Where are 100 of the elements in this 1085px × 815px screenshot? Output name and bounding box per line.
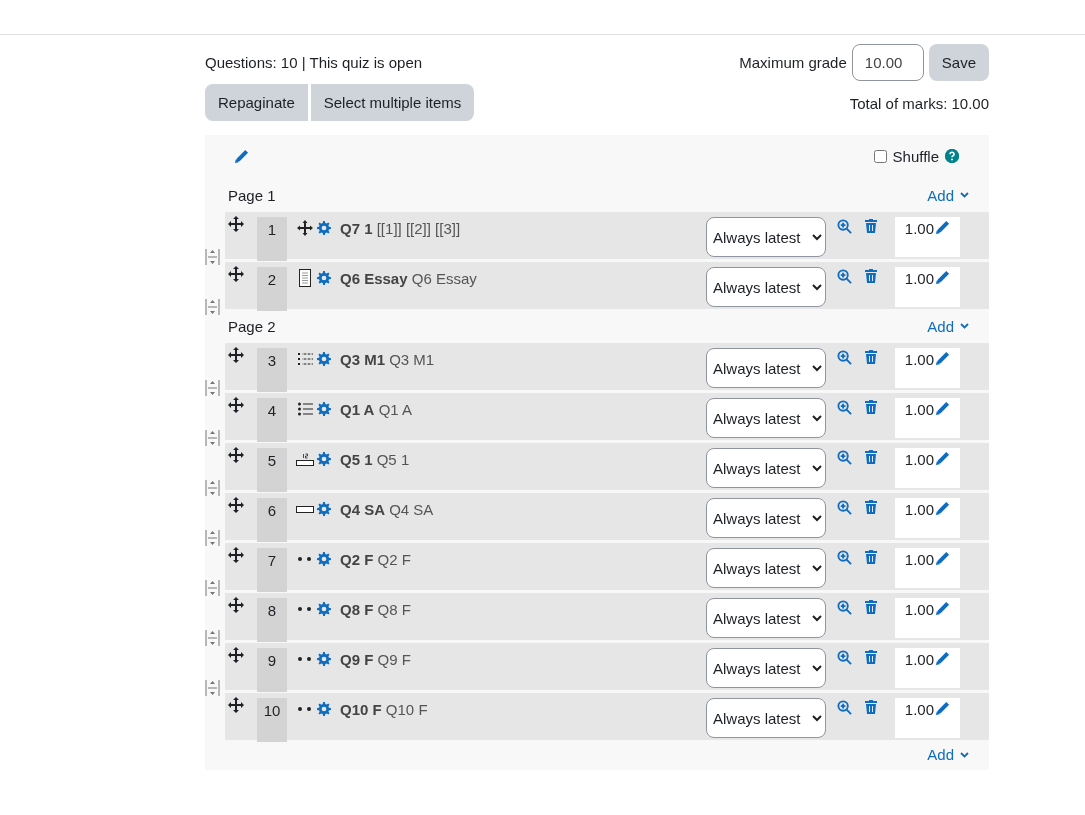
move-icon[interactable] [228,447,244,463]
version-select[interactable]: Always latest [706,398,826,438]
delete-icon[interactable] [865,219,877,233]
gear-icon[interactable] [317,352,331,366]
move-icon[interactable] [228,697,244,713]
move-icon[interactable] [228,347,244,363]
edit-pencil-icon[interactable] [935,701,950,716]
gear-icon[interactable] [317,702,331,716]
gear-icon[interactable] [317,452,331,466]
question-title[interactable]: Q4 SA Q4 SA [340,501,706,518]
preview-zoom-icon[interactable] [837,400,852,415]
question-title[interactable]: Q1 A Q1 A [340,401,706,418]
version-select[interactable]: Always latest [706,648,826,688]
move-icon[interactable] [228,647,244,663]
gear-icon[interactable] [317,271,331,285]
mark-field[interactable]: 1.00 [895,698,960,738]
move-icon[interactable] [228,216,244,232]
question-title[interactable]: Q9 F Q9 F [340,651,706,668]
help-icon[interactable] [945,149,959,163]
delete-icon[interactable] [865,269,877,283]
delete-icon[interactable] [865,450,877,464]
move-icon[interactable] [228,397,244,413]
gear-icon[interactable] [317,652,331,666]
page-break-icon[interactable] [205,249,220,265]
repaginate-button[interactable]: Repaginate [205,84,308,121]
mark-field[interactable]: 1.00 [895,348,960,388]
move-icon[interactable] [228,266,244,282]
page-break-icon[interactable] [205,630,220,646]
delete-icon[interactable] [865,650,877,664]
question-title[interactable]: Q8 F Q8 F [340,601,706,618]
mark-field[interactable]: 1.00 [895,398,960,438]
gear-icon[interactable] [317,552,331,566]
mark-field[interactable]: 1.00 [895,548,960,588]
question-title[interactable]: Q2 F Q2 F [340,551,706,568]
move-icon[interactable] [228,497,244,513]
edit-pencil-icon[interactable] [935,270,950,285]
preview-zoom-icon[interactable] [837,269,852,284]
save-button[interactable]: Save [928,44,989,81]
version-select[interactable]: Always latest [706,698,826,738]
preview-zoom-icon[interactable] [837,450,852,465]
text-field-icon [296,505,314,513]
page-break-icon[interactable] [205,380,220,396]
version-select[interactable]: Always latest [706,598,826,638]
preview-zoom-icon[interactable] [837,600,852,615]
move-icon[interactable] [228,547,244,563]
page-break-icon[interactable] [205,530,220,546]
edit-pencil-icon[interactable] [935,220,950,235]
maximum-grade-field[interactable]: 10.00 [851,44,924,81]
edit-pencil-icon[interactable] [935,451,950,466]
edit-pencil-icon[interactable] [935,601,950,616]
page-break-icon[interactable] [205,480,220,496]
preview-zoom-icon[interactable] [837,219,852,234]
preview-zoom-icon[interactable] [837,500,852,515]
move-icon[interactable] [228,597,244,613]
version-select[interactable]: Always latest [706,498,826,538]
edit-pencil-icon[interactable] [234,149,249,164]
version-select[interactable]: Always latest [706,217,826,257]
version-select[interactable]: Always latest [706,267,826,307]
gear-icon[interactable] [317,221,331,235]
page-break-icon[interactable] [205,680,220,696]
preview-zoom-icon[interactable] [837,650,852,665]
edit-pencil-icon[interactable] [935,651,950,666]
question-title[interactable]: Q10 F Q10 F [340,701,706,718]
preview-zoom-icon[interactable] [837,550,852,565]
edit-pencil-icon[interactable] [935,401,950,416]
edit-pencil-icon[interactable] [935,551,950,566]
version-select[interactable]: Always latest [706,448,826,488]
delete-icon[interactable] [865,550,877,564]
page-break-icon[interactable] [205,430,220,446]
select-multiple-button[interactable]: Select multiple items [310,84,475,121]
mark-field[interactable]: 1.00 [895,217,960,257]
add-menu-link[interactable]: Add [927,317,969,335]
add-menu-link[interactable]: Add [927,186,969,204]
mark-field[interactable]: 1.00 [895,598,960,638]
add-menu-link[interactable]: Add [927,746,969,763]
page-break-icon[interactable] [205,580,220,596]
gear-icon[interactable] [317,602,331,616]
version-select[interactable]: Always latest [706,548,826,588]
page-break-icon[interactable] [205,299,220,315]
preview-zoom-icon[interactable] [837,350,852,365]
delete-icon[interactable] [865,350,877,364]
gear-icon[interactable] [317,402,331,416]
version-select[interactable]: Always latest [706,348,826,388]
mark-field[interactable]: 1.00 [895,448,960,488]
mark-field[interactable]: 1.00 [895,498,960,538]
gear-icon[interactable] [317,502,331,516]
edit-pencil-icon[interactable] [935,501,950,516]
question-title[interactable]: Q7 1 [[1]] [[2]] [[3]] [340,220,706,237]
delete-icon[interactable] [865,700,877,714]
delete-icon[interactable] [865,600,877,614]
preview-zoom-icon[interactable] [837,700,852,715]
shuffle-checkbox[interactable] [873,149,887,163]
mark-field[interactable]: 1.00 [895,267,960,307]
delete-icon[interactable] [865,500,877,514]
delete-icon[interactable] [865,400,877,414]
question-title[interactable]: Q3 M1 Q3 M1 [340,351,706,368]
mark-field[interactable]: 1.00 [895,648,960,688]
question-title[interactable]: Q6 Essay Q6 Essay [340,270,706,287]
question-title[interactable]: Q5 1 Q5 1 [340,451,706,468]
edit-pencil-icon[interactable] [935,351,950,366]
